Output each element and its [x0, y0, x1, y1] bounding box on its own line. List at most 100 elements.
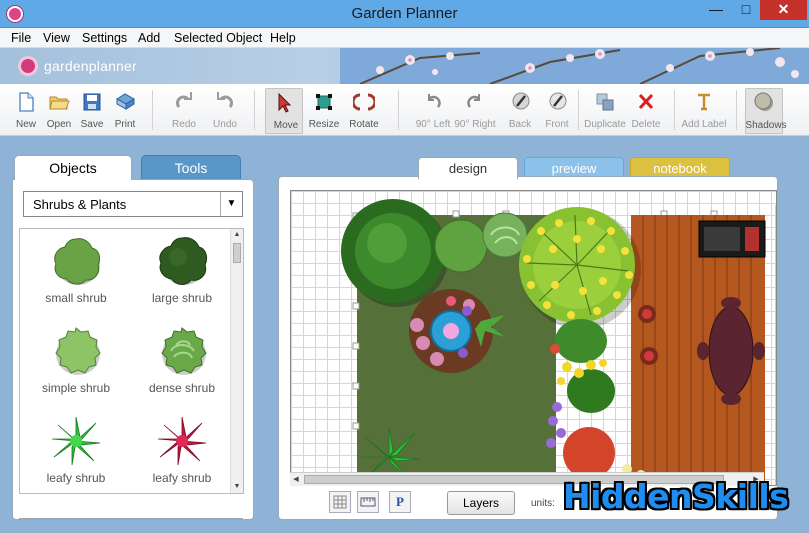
tab-objects[interactable]: Objects	[14, 155, 132, 180]
rotate-label: Rotate	[349, 119, 379, 130]
object-leafy-shrub-green[interactable]: leafy shrub	[24, 409, 128, 493]
redo-icon	[176, 92, 192, 108]
scroll-up-icon[interactable]: ▲	[776, 205, 777, 217]
object-label: small shrub	[45, 291, 107, 305]
menu-add[interactable]: Add	[138, 31, 160, 45]
undo-icon	[217, 92, 233, 108]
pointer-arrow-icon	[278, 92, 292, 113]
object-label: dense shrub	[148, 381, 216, 395]
add-label-button[interactable]: Add Label	[681, 88, 727, 134]
large-shrub-icon	[159, 237, 208, 285]
scroll-down-icon[interactable]: ▼	[231, 481, 243, 493]
chevron-down-icon[interactable]: ▼	[220, 192, 242, 216]
object-list-scrollbar[interactable]: ▲ ▼	[230, 229, 243, 493]
menu-help[interactable]: Help	[270, 31, 296, 45]
delete-x-icon	[638, 93, 654, 110]
object-list: small shrub large shrub simple shrub den…	[19, 228, 244, 494]
ruler-toggle-button[interactable]	[357, 491, 379, 513]
category-dropdown[interactable]: Shrubs & Plants ▼	[23, 191, 243, 217]
title-bar: Garden Planner — □ ✕	[0, 0, 809, 28]
object-label: leafy shrub	[152, 471, 212, 485]
minimize-button[interactable]: —	[702, 0, 730, 20]
border-flower-bed	[541, 319, 646, 485]
send-back-icon	[512, 92, 530, 110]
garden-canvas[interactable]: ▲ ▼	[290, 190, 777, 486]
delete-button[interactable]: Delete	[626, 88, 666, 134]
tab-design[interactable]: design	[418, 157, 518, 179]
barbecue-grill	[698, 220, 766, 258]
layers-button[interactable]: Layers	[447, 491, 515, 515]
grid-toggle-button[interactable]	[329, 491, 351, 513]
rotate-icon	[353, 93, 375, 111]
object-large-shrub[interactable]: large shrub	[130, 229, 234, 315]
objects-panel: Objects Tools Shrubs & Plants ▼ small sh…	[12, 155, 254, 520]
category-value: Shrubs & Plants	[33, 197, 127, 212]
object-label: simple shrub	[41, 381, 111, 395]
object-label: large shrub	[151, 291, 213, 305]
panel-divider	[19, 518, 243, 519]
print-icon	[116, 93, 135, 110]
object-leafy-shrub-red[interactable]: leafy shrub	[130, 409, 234, 493]
shadows-label: Shadows	[745, 120, 787, 131]
scroll-left-icon[interactable]: ◀	[290, 474, 302, 486]
duplicate-icon	[596, 93, 614, 111]
folder-open-icon	[49, 96, 70, 110]
rotate-right-button[interactable]: 90° Right	[454, 88, 496, 134]
maximize-button[interactable]: □	[732, 0, 760, 20]
menu-settings[interactable]: Settings	[82, 31, 127, 45]
design-panel: design preview notebook ◀ ▶ P Layers uni…	[278, 155, 778, 520]
scroll-up-icon[interactable]: ▲	[231, 229, 243, 241]
simple-shrub-icon	[55, 327, 101, 375]
resize-icon	[316, 94, 332, 110]
scrollbar-thumb[interactable]	[233, 243, 241, 263]
rotate-right-icon	[467, 94, 480, 108]
rotate-button[interactable]: Rotate	[344, 88, 384, 134]
save-icon	[83, 93, 101, 111]
rotate-left-icon	[428, 94, 441, 108]
object-small-shrub[interactable]: small shrub	[24, 229, 128, 315]
menu-file[interactable]: File	[11, 31, 31, 45]
small-shrub-icon	[54, 238, 101, 285]
units-label: units:	[531, 498, 555, 509]
print-label: Print	[114, 119, 136, 130]
menu-selected-object[interactable]: Selected Object	[174, 31, 262, 45]
dense-shrub-icon	[161, 327, 207, 375]
window-title: Garden Planner	[351, 5, 458, 22]
garden-plan-drawing	[341, 199, 766, 485]
leafy-shrub-green-icon	[51, 416, 101, 466]
delete-label: Delete	[631, 119, 661, 130]
toolbar-divider	[398, 90, 399, 130]
object-dense-shrub[interactable]: dense shrub	[130, 319, 234, 405]
canvas-vertical-scrollbar[interactable]: ▲ ▼	[775, 205, 777, 485]
watermark-text: HiddenSkills	[563, 477, 789, 516]
grid-icon	[333, 495, 347, 509]
objects-panel-body: Shrubs & Plants ▼ small shrub large shru…	[12, 179, 254, 520]
gardenplanner-logo-icon	[18, 56, 38, 76]
blossom-banner-image	[340, 48, 809, 84]
undo-button[interactable]: Undo	[205, 88, 245, 134]
front-button[interactable]: Front	[537, 88, 577, 134]
toolbar-divider	[152, 90, 153, 130]
add-label-label: Add Label	[681, 119, 727, 130]
toolbar-divider	[254, 90, 255, 130]
design-panel-body: ▲ ▼ ◀ ▶ P Layers units:	[278, 176, 778, 520]
leafy-shrub-red-icon	[157, 416, 207, 466]
hiddenskills-watermark: HiddenSkills	[563, 477, 803, 527]
bring-front-icon	[549, 92, 567, 110]
undo-label: Undo	[213, 119, 237, 130]
print-button[interactable]: Print	[105, 88, 145, 134]
object-label: leafy shrub	[46, 471, 106, 485]
text-label-icon	[698, 93, 710, 111]
new-file-icon	[19, 92, 34, 112]
menu-view[interactable]: View	[43, 31, 70, 45]
tab-tools[interactable]: Tools	[141, 155, 241, 180]
brand-banner: gardenplanner	[0, 48, 809, 84]
menu-bar: File View Settings Add Selected Object H…	[0, 28, 809, 48]
close-button[interactable]: ✕	[760, 0, 807, 20]
shadows-toggle[interactable]: Shadows	[745, 88, 787, 134]
shadow-icon	[754, 92, 773, 111]
logo-text: gardenplanner	[44, 58, 137, 74]
print-area-toggle-button[interactable]: P	[389, 491, 411, 513]
object-simple-shrub[interactable]: simple shrub	[24, 319, 128, 405]
toolbar: New Open Save Print Redo Undo Move Resiz…	[0, 84, 809, 136]
